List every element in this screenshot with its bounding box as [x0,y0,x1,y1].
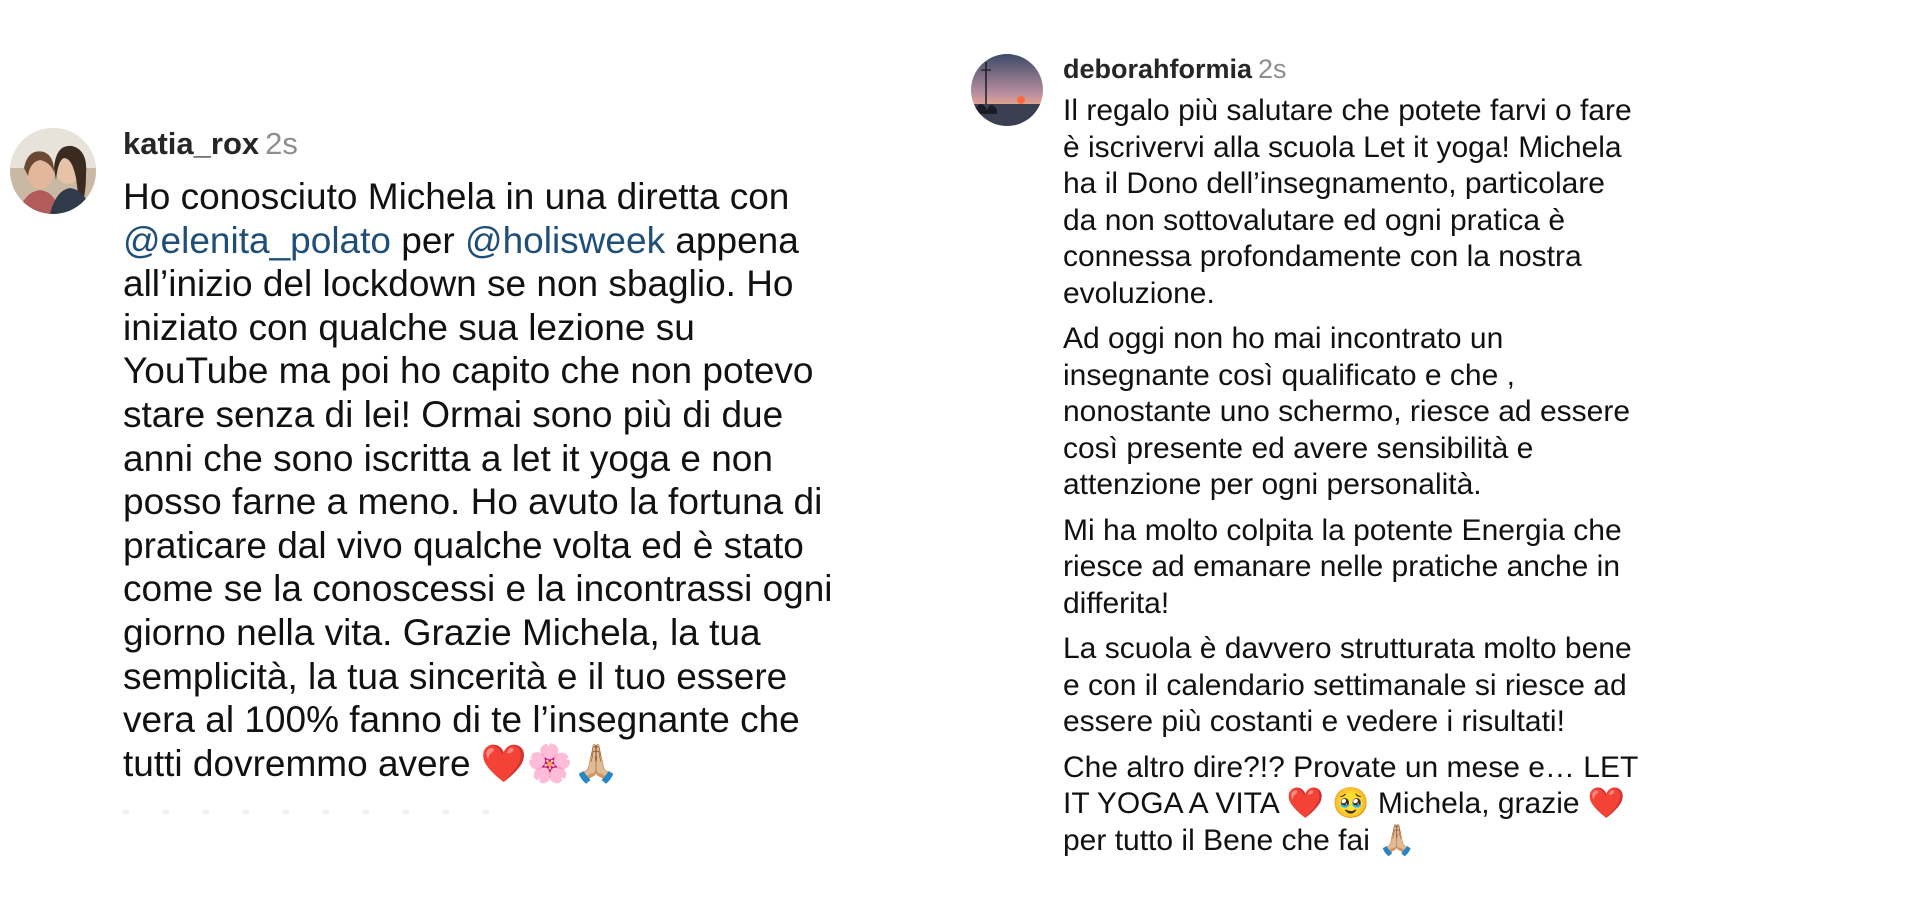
comment-line: anni che sono iscritta a let it yoga e n… [123,437,923,481]
comment-text-segment: anni che sono iscritta a let it yoga e n… [123,437,773,479]
comment-text-segment: giorno nella vita. Grazie Michela, la tu… [123,611,761,653]
comment-text-segment: posso farne a meno. Ho avuto la fortuna … [123,481,823,523]
comment-line: come se la conoscessi e la incontrassi o… [123,567,923,611]
timestamp: 2s [265,126,298,161]
comment-line: tutti dovremmo avere ❤️🌸🙏🏼 [123,742,923,786]
comment-text-segment: per [390,219,466,261]
comment-text-segment: vera al 100% fanno di te l’insegnante ch… [123,699,800,741]
username[interactable]: deborahformia [1063,54,1252,84]
comment-line: @elenita_polato per @holisweek appena [123,219,923,263]
comment-paragraph: Il regalo più salutare che potete farvi … [1063,93,1863,312]
comment-text-segment: appena [665,219,799,261]
avatar[interactable] [10,128,96,214]
timestamp: 2s [1258,54,1287,84]
comment-text-segment: semplicità, la tua sincerità e il tuo es… [123,655,788,697]
comment-deborah: deborahformia 2s Il regalo più salutare c… [960,0,1920,900]
comment-line: nonostante uno schermo, riesce ad essere [1063,395,1630,428]
mention-link[interactable]: @elenita_polato [123,220,391,261]
avatar[interactable] [971,54,1043,126]
comment-line: evoluzione. [1063,276,1215,310]
comment-line: YouTube ma poi ho capito che non potevo [123,349,923,393]
comment-line: e con il calendario settimanale si riesc… [1063,668,1627,702]
comment-paragraph: La scuola è davvero strutturata molto be… [1063,631,1863,741]
comment-line: è iscrivervi alla scuola Let it yoga! Mi… [1063,130,1622,164]
comment-line: così presente ed avere sensibilità e [1063,431,1534,465]
comment-line: Ho conosciuto Michela in una diretta con [123,175,923,219]
avatar-photo-icon [971,54,1043,126]
comment-line: IT YOGA A VITA ❤️ 🥹 Michela, grazie ❤️ [1063,787,1626,820]
comment-header: katia_rox 2s [123,124,298,164]
comment-line: vera al 100% fanno di te l’insegnante ch… [123,698,923,742]
comment-line: Il regalo più salutare che potete farvi … [1063,94,1632,127]
comment-line: Mi ha molto colpita la potente Energia c… [1063,513,1622,547]
comment-line: posso farne a meno. Ho avuto la fortuna … [123,480,923,524]
comment-line: attenzione per ogni personalità. [1063,468,1482,501]
comment-line: semplicità, la tua sincerità e il tuo es… [123,655,923,699]
comment-header: deborahformia 2s [1063,52,1287,86]
comment-line: insegnante così qualificato e che , [1063,358,1515,392]
comment-text-segment: YouTube ma poi ho capito che non potevo [123,350,814,392]
comment-line: riesce ad emanare nelle pratiche anche i… [1063,550,1621,583]
comment-line: all’inizio del lockdown se non sbaglio. … [123,262,923,306]
comment-line: giorno nella vita. Grazie Michela, la tu… [123,611,923,655]
comment-line: per tutto il Bene che fai 🙏🏼 [1063,823,1416,857]
comment-line: connessa profondamente con la nostra [1063,240,1582,273]
comment-paragraph: Che altro dire?!? Provate un mese e… LET… [1063,750,1863,860]
comment-text: Ho conosciuto Michela in una diretta con… [123,175,923,785]
comment-line: praticare dal vivo qualche volta ed è st… [123,524,923,568]
comment-text-segment: iniziato con qualche sua lezione su [123,306,695,348]
comment-text-segment: all’inizio del lockdown se non sbaglio. … [123,263,794,305]
comment-text-segment: stare senza di lei! Ormai sono più di du… [123,393,784,435]
comment-line: essere più costanti e vedere i risultati… [1063,705,1565,738]
clipped-text-remnant [123,810,503,814]
comment-line: Che altro dire?!? Provate un mese e… LET [1063,750,1639,784]
comment-line: stare senza di lei! Ormai sono più di du… [123,393,923,437]
mention-link[interactable]: @holisweek [465,220,665,261]
comment-katia: katia_rox 2s Ho conosciuto Michela in una… [0,0,960,900]
comment-line: Ad oggi non ho mai incontrato un [1063,322,1504,355]
comment-text: Il regalo più salutare che potete farvi … [1063,93,1863,868]
comment-paragraph: Mi ha molto colpita la potente Energia c… [1063,513,1863,623]
comment-line: iniziato con qualche sua lezione su [123,306,923,350]
comment-text-segment: Ho conosciuto Michela in una diretta con [123,176,790,217]
avatar-photo-icon [10,128,96,214]
comment-paragraph: Ad oggi non ho mai incontrato un insegnan… [1063,321,1863,504]
comment-line: da non sottovalutare ed ogni pratica è [1063,203,1566,237]
comment-text-segment: come se la conoscessi e la incontrassi o… [123,568,833,610]
comment-text-segment: praticare dal vivo qualche volta ed è st… [123,524,804,566]
username[interactable]: katia_rox [123,126,259,161]
comment-line: La scuola è davvero strutturata molto be… [1063,632,1632,665]
comment-line: ha il Dono dell’insegnamento, particolar… [1063,167,1605,200]
comment-text-segment: tutti dovremmo avere ❤️🌸🙏🏼 [123,742,620,784]
comment-line: differita! [1063,586,1170,620]
